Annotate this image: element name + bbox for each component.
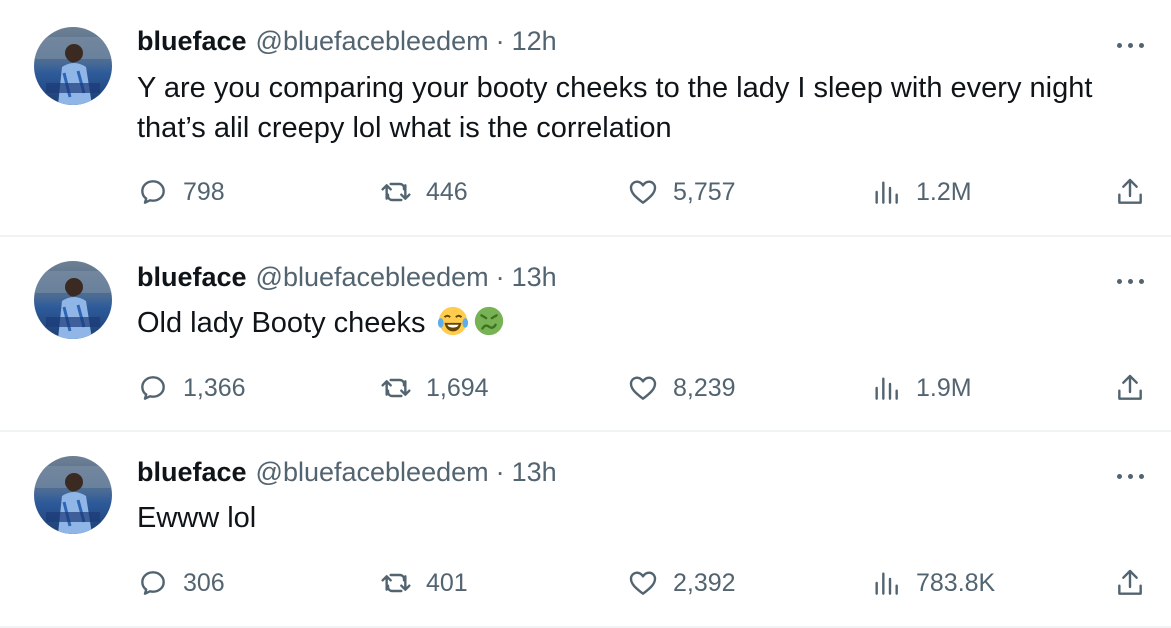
views-button[interactable]: 783.8K (870, 565, 995, 601)
tweet-text-line: that’s alil creepy lol what is the corre… (137, 112, 672, 144)
retweet-icon (381, 378, 411, 398)
views-count: 1.2M (916, 177, 972, 206)
views-icon (875, 572, 898, 595)
retweet-icon (381, 573, 411, 593)
views-count: 1.9M (916, 373, 972, 402)
reply-icon (141, 180, 165, 204)
face-with-tears-of-joy-icon (437, 306, 468, 336)
tweet-text: Old lady Booty cheeks (137, 303, 1147, 343)
reply-count: 1,366 (183, 373, 246, 402)
avatar[interactable] (34, 261, 112, 339)
reply-button[interactable]: 798 (137, 174, 225, 210)
retweet-button[interactable]: 446 (380, 174, 468, 210)
retweet-button[interactable]: 1,694 (380, 370, 489, 406)
like-button[interactable]: 8,239 (627, 370, 736, 406)
heart-icon (629, 376, 657, 400)
retweet-icon (381, 182, 411, 202)
retweet-count: 1,694 (426, 373, 489, 402)
tweet[interactable]: blueface @bluefacebleedem · 13h Ewww lol… (0, 432, 1171, 628)
like-count: 8,239 (673, 373, 736, 402)
reply-count: 798 (183, 177, 225, 206)
tweet[interactable]: blueface @bluefacebleedem · 12h Y are yo… (0, 0, 1171, 236)
tweet-header: blueface @bluefacebleedem · 12h (137, 26, 557, 60)
tweet-header: blueface @bluefacebleedem · 13h (137, 262, 557, 296)
tweet-text-line: Old lady Booty cheeks (137, 307, 426, 339)
tweet-text-line: Ewww lol (137, 502, 257, 534)
separator: · (495, 262, 505, 292)
tweet-header: blueface @bluefacebleedem · 13h (137, 457, 557, 491)
more-icon[interactable] (1113, 36, 1149, 56)
tweet-time[interactable]: 13h (512, 457, 557, 488)
reply-count: 306 (183, 568, 225, 597)
tweet-time[interactable]: 13h (512, 262, 557, 293)
heart-icon (629, 180, 657, 204)
share-icon[interactable] (1114, 372, 1146, 404)
like-count: 5,757 (673, 177, 736, 206)
more-icon[interactable] (1113, 467, 1149, 487)
tweet-time[interactable]: 12h (512, 26, 557, 57)
author-handle[interactable]: @bluefacebleedem (256, 262, 489, 293)
views-button[interactable]: 1.9M (870, 370, 972, 406)
retweet-count: 401 (426, 568, 468, 597)
tweet-text: Y are you comparing your booty cheeks to… (137, 68, 1147, 148)
author-name[interactable]: blueface (137, 457, 247, 488)
avatar[interactable] (34, 456, 112, 534)
heart-icon (629, 571, 657, 595)
author-handle[interactable]: @bluefacebleedem (256, 26, 489, 57)
reply-button[interactable]: 1,366 (137, 370, 246, 406)
nauseated-face-icon (474, 306, 503, 336)
author-handle[interactable]: @bluefacebleedem (256, 457, 489, 488)
like-button[interactable]: 5,757 (627, 174, 736, 210)
views-icon (875, 377, 898, 400)
author-name[interactable]: blueface (137, 26, 247, 57)
avatar[interactable] (34, 27, 112, 105)
author-name[interactable]: blueface (137, 262, 247, 293)
more-icon[interactable] (1113, 272, 1149, 292)
reply-button[interactable]: 306 (137, 565, 225, 601)
reply-icon (141, 571, 165, 595)
tweet-text-line: Y are you comparing your booty cheeks to… (137, 72, 1093, 104)
retweet-button[interactable]: 401 (380, 565, 468, 601)
reply-icon (141, 376, 165, 400)
tweet[interactable]: blueface @bluefacebleedem · 13h Old lady… (0, 237, 1171, 431)
share-icon[interactable] (1114, 567, 1146, 599)
views-icon (875, 181, 898, 204)
views-button[interactable]: 1.2M (870, 174, 972, 210)
like-button[interactable]: 2,392 (627, 565, 736, 601)
views-count: 783.8K (916, 568, 996, 597)
tweet-text: Ewww lol (137, 498, 1147, 538)
share-icon[interactable] (1114, 176, 1146, 208)
separator: · (495, 26, 505, 56)
like-count: 2,392 (673, 568, 736, 597)
retweet-count: 446 (426, 177, 468, 206)
separator: · (495, 457, 505, 487)
